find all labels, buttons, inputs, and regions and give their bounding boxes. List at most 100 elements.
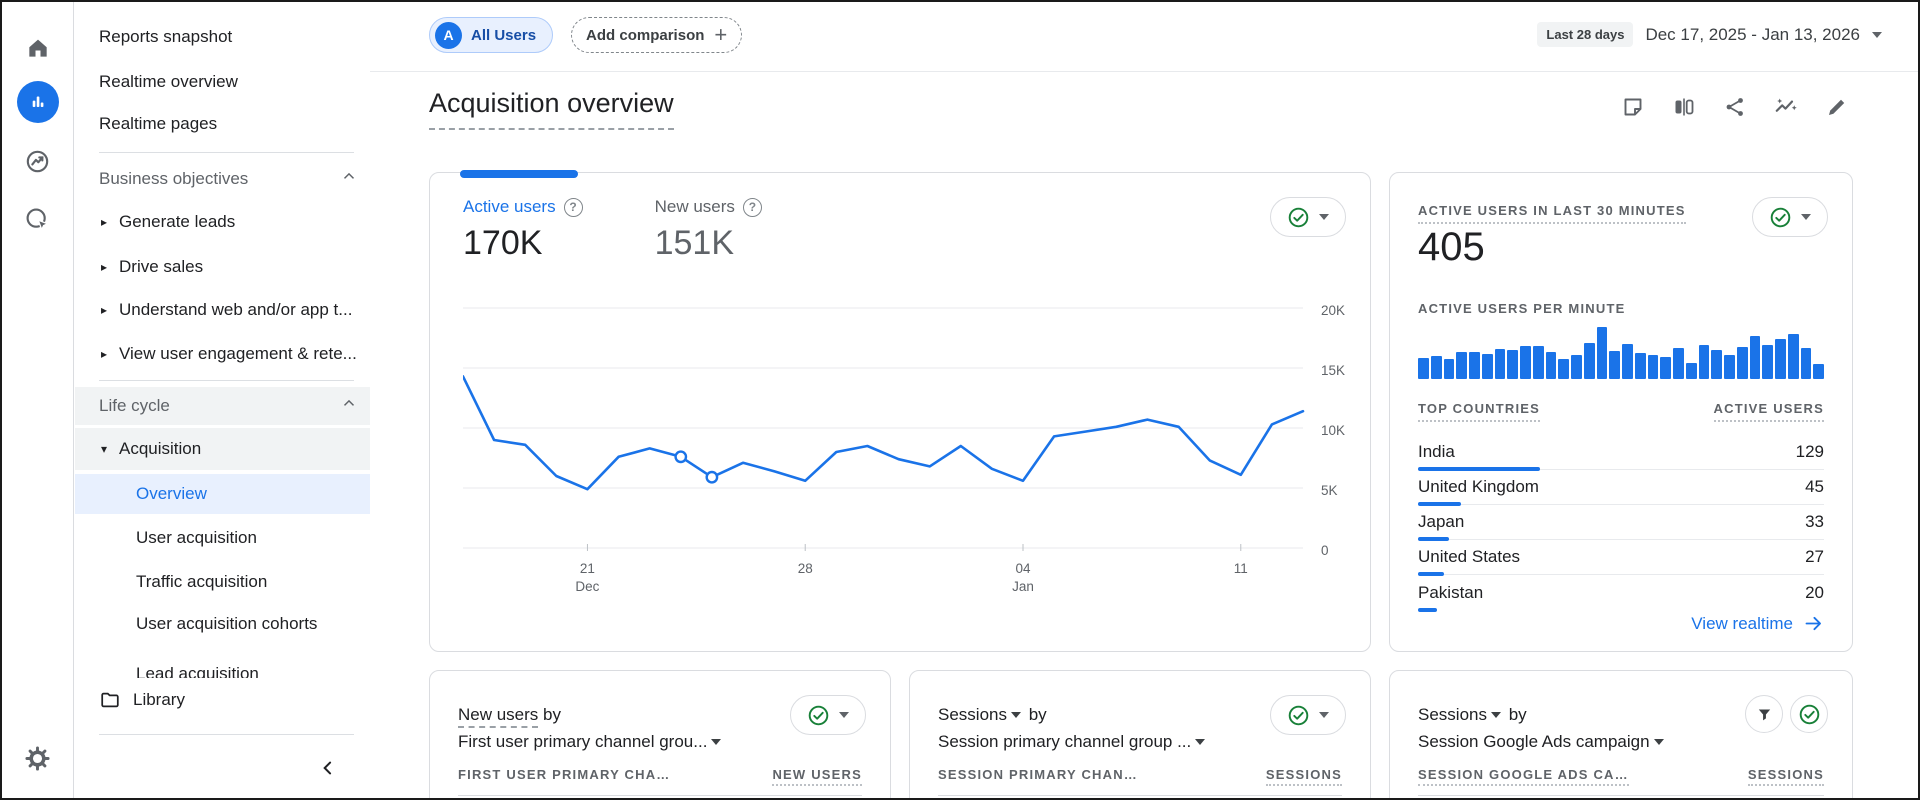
plus-icon: + xyxy=(714,22,728,47)
card-metric-line[interactable]: New users by xyxy=(458,701,724,728)
realtime-title: ACTIVE USERS IN LAST 30 MINUTES xyxy=(1418,203,1686,224)
top-countries-table: India 129 United Kingdom 45 Japan 33 United… xyxy=(1418,435,1824,612)
minute-bar xyxy=(1494,349,1506,379)
card-dimension-line[interactable]: Session Google Ads campaign xyxy=(1418,728,1667,755)
minute-bar xyxy=(1520,346,1531,379)
filter-button[interactable] xyxy=(1745,695,1783,733)
reports-icon[interactable] xyxy=(16,81,59,123)
data-quality-dropdown[interactable] xyxy=(1270,695,1346,735)
arrow-right-icon xyxy=(1805,616,1821,631)
country-row[interactable]: India 129 xyxy=(1418,435,1824,471)
check-circle-icon xyxy=(1288,705,1309,725)
compare-reports-icon[interactable] xyxy=(1671,94,1697,120)
sidebar-item-view-user-engagement[interactable]: ▸ View user engagement & rete... xyxy=(75,334,370,374)
metric-column-header: NEW USERS xyxy=(772,767,862,786)
share-icon[interactable] xyxy=(1722,94,1748,120)
page-title: Acquisition overview xyxy=(429,88,674,130)
data-quality-button[interactable] xyxy=(1790,695,1828,733)
comparison-avatar: A xyxy=(435,21,462,49)
date-range-picker[interactable]: Last 28 days Dec 17, 2025 - Jan 13, 2026 xyxy=(1537,22,1882,47)
minute-bar xyxy=(1571,355,1582,379)
help-icon[interactable]: ? xyxy=(563,197,583,217)
card-metric-line[interactable]: Sessions by xyxy=(1418,701,1667,728)
sidebar-item-reports-snapshot[interactable]: Reports snapshot xyxy=(75,17,370,57)
active-users-line-chart[interactable]: 20K 15K 10K 5K 0 21 Dec 28 04 Jan 11 xyxy=(463,288,1368,596)
minute-bar xyxy=(1532,346,1544,379)
sessions-by-google-ads-card: Sessions by Session Google Ads campaign … xyxy=(1389,670,1853,798)
check-circle-icon xyxy=(1288,207,1309,227)
sidebar-section-life-cycle[interactable]: Life cycle xyxy=(75,387,370,425)
metric-label[interactable]: Active users xyxy=(463,197,556,217)
svg-text:15K: 15K xyxy=(1321,363,1345,378)
active-users-per-minute-chart[interactable] xyxy=(1418,325,1824,379)
insights-icon[interactable] xyxy=(1773,94,1799,120)
check-circle-icon xyxy=(808,705,829,725)
check-circle-icon xyxy=(1770,207,1791,227)
all-users-chip[interactable]: A All Users xyxy=(429,17,554,53)
svg-text:11: 11 xyxy=(1234,561,1248,576)
chevron-down-icon xyxy=(1490,712,1501,719)
per-minute-label: ACTIVE USERS PER MINUTE xyxy=(1418,301,1626,316)
country-row[interactable]: Pakistan 20 xyxy=(1418,575,1824,612)
add-comparison-button[interactable]: Add comparison + xyxy=(571,17,743,53)
minute-bar xyxy=(1596,327,1608,379)
minute-bar xyxy=(1775,339,1786,379)
sidebar-item-overview-selected[interactable]: Overview xyxy=(75,474,370,514)
expand-arrow-icon: ▸ xyxy=(100,215,108,229)
view-realtime-link[interactable]: View realtime xyxy=(1691,613,1824,634)
svg-text:04: 04 xyxy=(1015,561,1031,576)
settings-gear-icon[interactable] xyxy=(17,737,59,779)
home-icon[interactable] xyxy=(17,27,59,69)
sidebar-item-lead-acquisition[interactable]: Lead acquisition xyxy=(75,654,370,680)
card-dimension-line[interactable]: First user primary channel grou... xyxy=(458,728,724,755)
sidebar-item-acquisition[interactable]: ▾ Acquisition xyxy=(75,428,370,470)
help-icon[interactable]: ? xyxy=(742,197,762,217)
chevron-down-icon xyxy=(711,739,722,746)
sidebar-item-generate-leads[interactable]: ▸ Generate leads xyxy=(75,202,370,242)
minute-bar xyxy=(1418,358,1429,379)
svg-text:Jan: Jan xyxy=(1012,579,1034,594)
metric-label[interactable]: New users xyxy=(655,197,735,217)
country-row[interactable]: Japan 33 xyxy=(1418,505,1824,541)
chevron-down-icon xyxy=(1872,31,1882,38)
chevron-up-icon[interactable] xyxy=(340,395,358,418)
minute-bar xyxy=(1507,350,1518,379)
minute-bar xyxy=(1622,344,1633,379)
data-quality-dropdown[interactable] xyxy=(1752,197,1828,237)
sidebar-item-library[interactable]: Library xyxy=(75,680,370,720)
country-row[interactable]: United Kingdom 45 xyxy=(1418,470,1824,506)
sidebar-section-business-objectives[interactable]: Business objectives xyxy=(75,159,370,199)
advertising-icon[interactable] xyxy=(17,198,59,240)
minute-bar xyxy=(1634,353,1646,379)
sidebar-item-realtime-overview[interactable]: Realtime overview xyxy=(75,62,370,102)
data-quality-dropdown[interactable] xyxy=(1270,197,1346,237)
expand-arrow-icon: ▸ xyxy=(100,303,108,317)
sidebar-item-user-acquisition[interactable]: User acquisition xyxy=(75,518,370,558)
sidebar-item-user-acquisition-cohorts[interactable]: User acquisition cohorts xyxy=(75,604,370,644)
card-metric-line[interactable]: Sessions by xyxy=(938,701,1208,728)
country-bar xyxy=(1418,608,1437,612)
report-action-icons xyxy=(1620,94,1850,120)
minute-bar xyxy=(1685,363,1697,379)
top-countries-header: TOP COUNTRIES xyxy=(1418,401,1541,422)
chevron-down-icon xyxy=(1319,712,1329,718)
folder-icon xyxy=(101,692,119,708)
chevron-down-icon xyxy=(1801,214,1811,220)
sidebar-item-drive-sales[interactable]: ▸ Drive sales xyxy=(75,247,370,287)
collapse-sidebar-button[interactable] xyxy=(312,752,344,784)
chevron-down-icon xyxy=(1010,712,1021,719)
country-row[interactable]: United States 27 xyxy=(1418,540,1824,576)
sidebar-item-realtime-pages[interactable]: Realtime pages xyxy=(75,104,370,144)
chevron-down-icon xyxy=(1319,214,1329,220)
minute-bar xyxy=(1698,345,1710,379)
explore-icon[interactable] xyxy=(17,140,59,182)
card-dimension-line[interactable]: Session primary channel group ... xyxy=(938,728,1208,755)
sidebar-item-understand-web-app[interactable]: ▸ Understand web and/or app t... xyxy=(75,290,370,330)
data-quality-dropdown[interactable] xyxy=(790,695,866,735)
sidebar-item-traffic-acquisition[interactable]: Traffic acquisition xyxy=(75,562,370,602)
feedback-note-icon[interactable] xyxy=(1620,94,1646,120)
edit-pencil-icon[interactable] xyxy=(1824,94,1850,120)
chevron-up-icon[interactable] xyxy=(340,168,358,191)
svg-text:0: 0 xyxy=(1321,543,1329,558)
realtime-card: ACTIVE USERS IN LAST 30 MINUTES 405 ACTI… xyxy=(1389,172,1853,652)
